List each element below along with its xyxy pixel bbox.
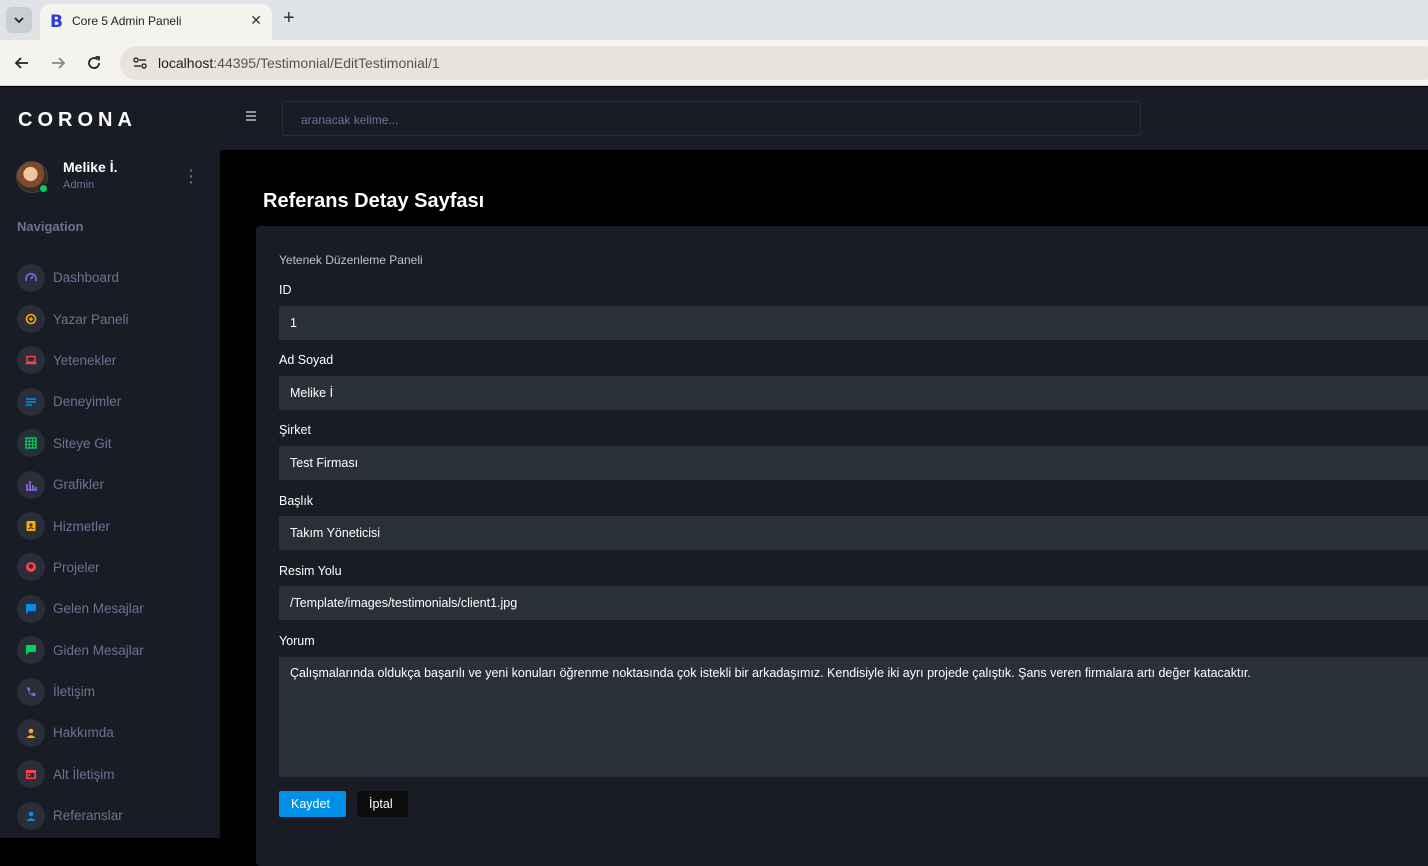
sidebar-item-hizmetler[interactable]: Hizmetler: [17, 505, 217, 546]
comment-textarea[interactable]: Çalışmalarında oldukça başarılı ve yeni …: [279, 657, 1428, 777]
nav-heading: Navigation: [17, 219, 84, 234]
sidebar-item-label: Hakkımda: [53, 725, 114, 741]
sidebar-item-label: Yazar Paneli: [53, 311, 129, 327]
address-bar[interactable]: localhost:44395/Testimonial/EditTestimon…: [120, 46, 1428, 80]
close-tab-icon[interactable]: ✕: [250, 12, 262, 29]
profile: Melike İ. Admin · · ·: [16, 159, 206, 199]
nav-list: Dashboard Yazar Paneli Yetenekler Deneyimle…: [17, 257, 217, 836]
sidebar-item-label: Deneyimler: [53, 394, 122, 410]
main-content: Referans Detay Sayfası Yetenek Düzenleme…: [220, 150, 1428, 866]
tab-search-button[interactable]: [6, 7, 32, 33]
reload-button[interactable]: [83, 52, 105, 74]
edit-card: Yetenek Düzenleme Paneli ID 1 Ad Soyad M…: [256, 226, 1428, 866]
sidebar-item-dashboard[interactable]: Dashboard: [17, 257, 217, 298]
sidebar-item-hakkımda[interactable]: Hakkımda: [17, 712, 217, 753]
id-label: ID: [279, 283, 292, 297]
chevron-down-icon: [14, 17, 24, 24]
speedometer-icon: [17, 263, 45, 292]
search-placeholder: aranacak kelime...: [301, 113, 399, 127]
sidebar-item-label: Hizmetler: [53, 518, 111, 534]
sidebar-item-label: Gelen Mesajlar: [53, 601, 144, 617]
company-field[interactable]: Test Firması: [279, 446, 1428, 480]
title-field[interactable]: Takım Yöneticisi: [279, 516, 1428, 550]
browser-toolbar: localhost:44395/Testimonial/EditTestimon…: [0, 40, 1428, 86]
forward-button[interactable]: [47, 52, 69, 74]
tab-title: Core 5 Admin Paneli: [72, 14, 182, 28]
chart-icon: [17, 470, 45, 499]
sidebar-item-siteye-git[interactable]: Siteye Git: [17, 423, 217, 464]
image-path-field[interactable]: /Template/images/testimonials/client1.jp…: [279, 586, 1428, 620]
contacts-icon: [17, 512, 45, 541]
sidebar-item-i-letişim[interactable]: İletişim: [17, 671, 217, 712]
sidebar-item-referanslar[interactable]: Referanslar: [17, 795, 217, 836]
message-icon: [17, 594, 45, 623]
app: CORONA Melike İ. Admin · · · Navigation Da…: [0, 87, 1428, 866]
sidebar-item-label: Yetenekler: [53, 352, 117, 368]
profile-role: Admin: [63, 179, 95, 191]
company-label: Şirket: [279, 423, 311, 437]
sidebar-item-alt-i-letişim[interactable]: Alt İletişim: [17, 754, 217, 795]
sidebar-item-projeler[interactable]: Projeler: [17, 547, 217, 588]
sidebar-item-label: Dashboard: [53, 270, 120, 286]
message-icon: [17, 636, 45, 665]
url-text: localhost:44395/Testimonial/EditTestimon…: [158, 55, 440, 71]
title-label: Başlık: [279, 494, 314, 508]
save-button[interactable]: Kaydet: [279, 791, 346, 817]
online-status-icon: [39, 184, 48, 193]
search-input[interactable]: aranacak kelime...: [282, 101, 1141, 136]
account-icon: [17, 801, 45, 830]
back-button[interactable]: [11, 52, 33, 74]
arrow-left-icon: [14, 57, 28, 69]
more-vertical-icon[interactable]: · · ·: [189, 163, 194, 189]
sidebar-item-label: Grafikler: [53, 477, 105, 493]
sidebar-item-label: Projeler: [53, 559, 100, 575]
topbar: aranacak kelime...: [220, 87, 1428, 150]
sidebar: CORONA Melike İ. Admin · · · Navigation Da…: [0, 87, 220, 838]
sidebar-item-label: Giden Mesajlar: [53, 642, 144, 658]
cancel-button[interactable]: İptal: [357, 791, 408, 817]
profile-name: Melike İ.: [63, 159, 118, 175]
sidebar-item-label: İletişim: [53, 684, 96, 700]
laptop-icon: [17, 346, 45, 375]
github-icon: [17, 553, 45, 582]
reload-icon: [88, 56, 100, 69]
sidebar-item-deneyimler[interactable]: Deneyimler: [17, 381, 217, 422]
id-field[interactable]: 1: [279, 306, 1428, 340]
browser-tab[interactable]: B Core 5 Admin Paneli ✕: [40, 4, 272, 40]
page-title: Referans Detay Sayfası: [263, 190, 485, 212]
account-icon: [17, 718, 45, 747]
browser-tabstrip: B Core 5 Admin Paneli ✕ +: [0, 0, 1428, 40]
calendar-icon: [17, 760, 45, 789]
sidebar-item-yazar-paneli[interactable]: Yazar Paneli: [17, 298, 217, 339]
site-settings-icon[interactable]: [132, 55, 148, 71]
name-label: Ad Soyad: [279, 353, 334, 367]
arrow-right-icon: [52, 57, 66, 69]
comment-label: Yorum: [279, 634, 315, 648]
brand-logo[interactable]: CORONA: [18, 109, 137, 132]
favicon-icon: B: [50, 12, 63, 32]
sidebar-item-giden-mesajlar[interactable]: Giden Mesajlar: [17, 630, 217, 671]
new-tab-icon[interactable]: +: [283, 8, 295, 28]
menu-toggle-icon[interactable]: [246, 111, 256, 123]
sidebar-item-grafikler[interactable]: Grafikler: [17, 464, 217, 505]
sidebar-item-gelen-mesajlar[interactable]: Gelen Mesajlar: [17, 588, 217, 629]
sidebar-item-label: Alt İletişim: [53, 766, 115, 782]
image-label: Resim Yolu: [279, 564, 342, 578]
list-icon: [17, 387, 45, 416]
sidebar-item-label: Siteye Git: [53, 435, 112, 451]
table-icon: [17, 429, 45, 458]
card-title: Yetenek Düzenleme Paneli: [279, 253, 423, 267]
playlist-icon: [17, 305, 45, 334]
sidebar-item-label: Referanslar: [53, 808, 123, 824]
name-field[interactable]: Melike İ: [279, 376, 1428, 410]
sidebar-item-yetenekler[interactable]: Yetenekler: [17, 340, 217, 381]
phone-icon: [17, 677, 45, 706]
